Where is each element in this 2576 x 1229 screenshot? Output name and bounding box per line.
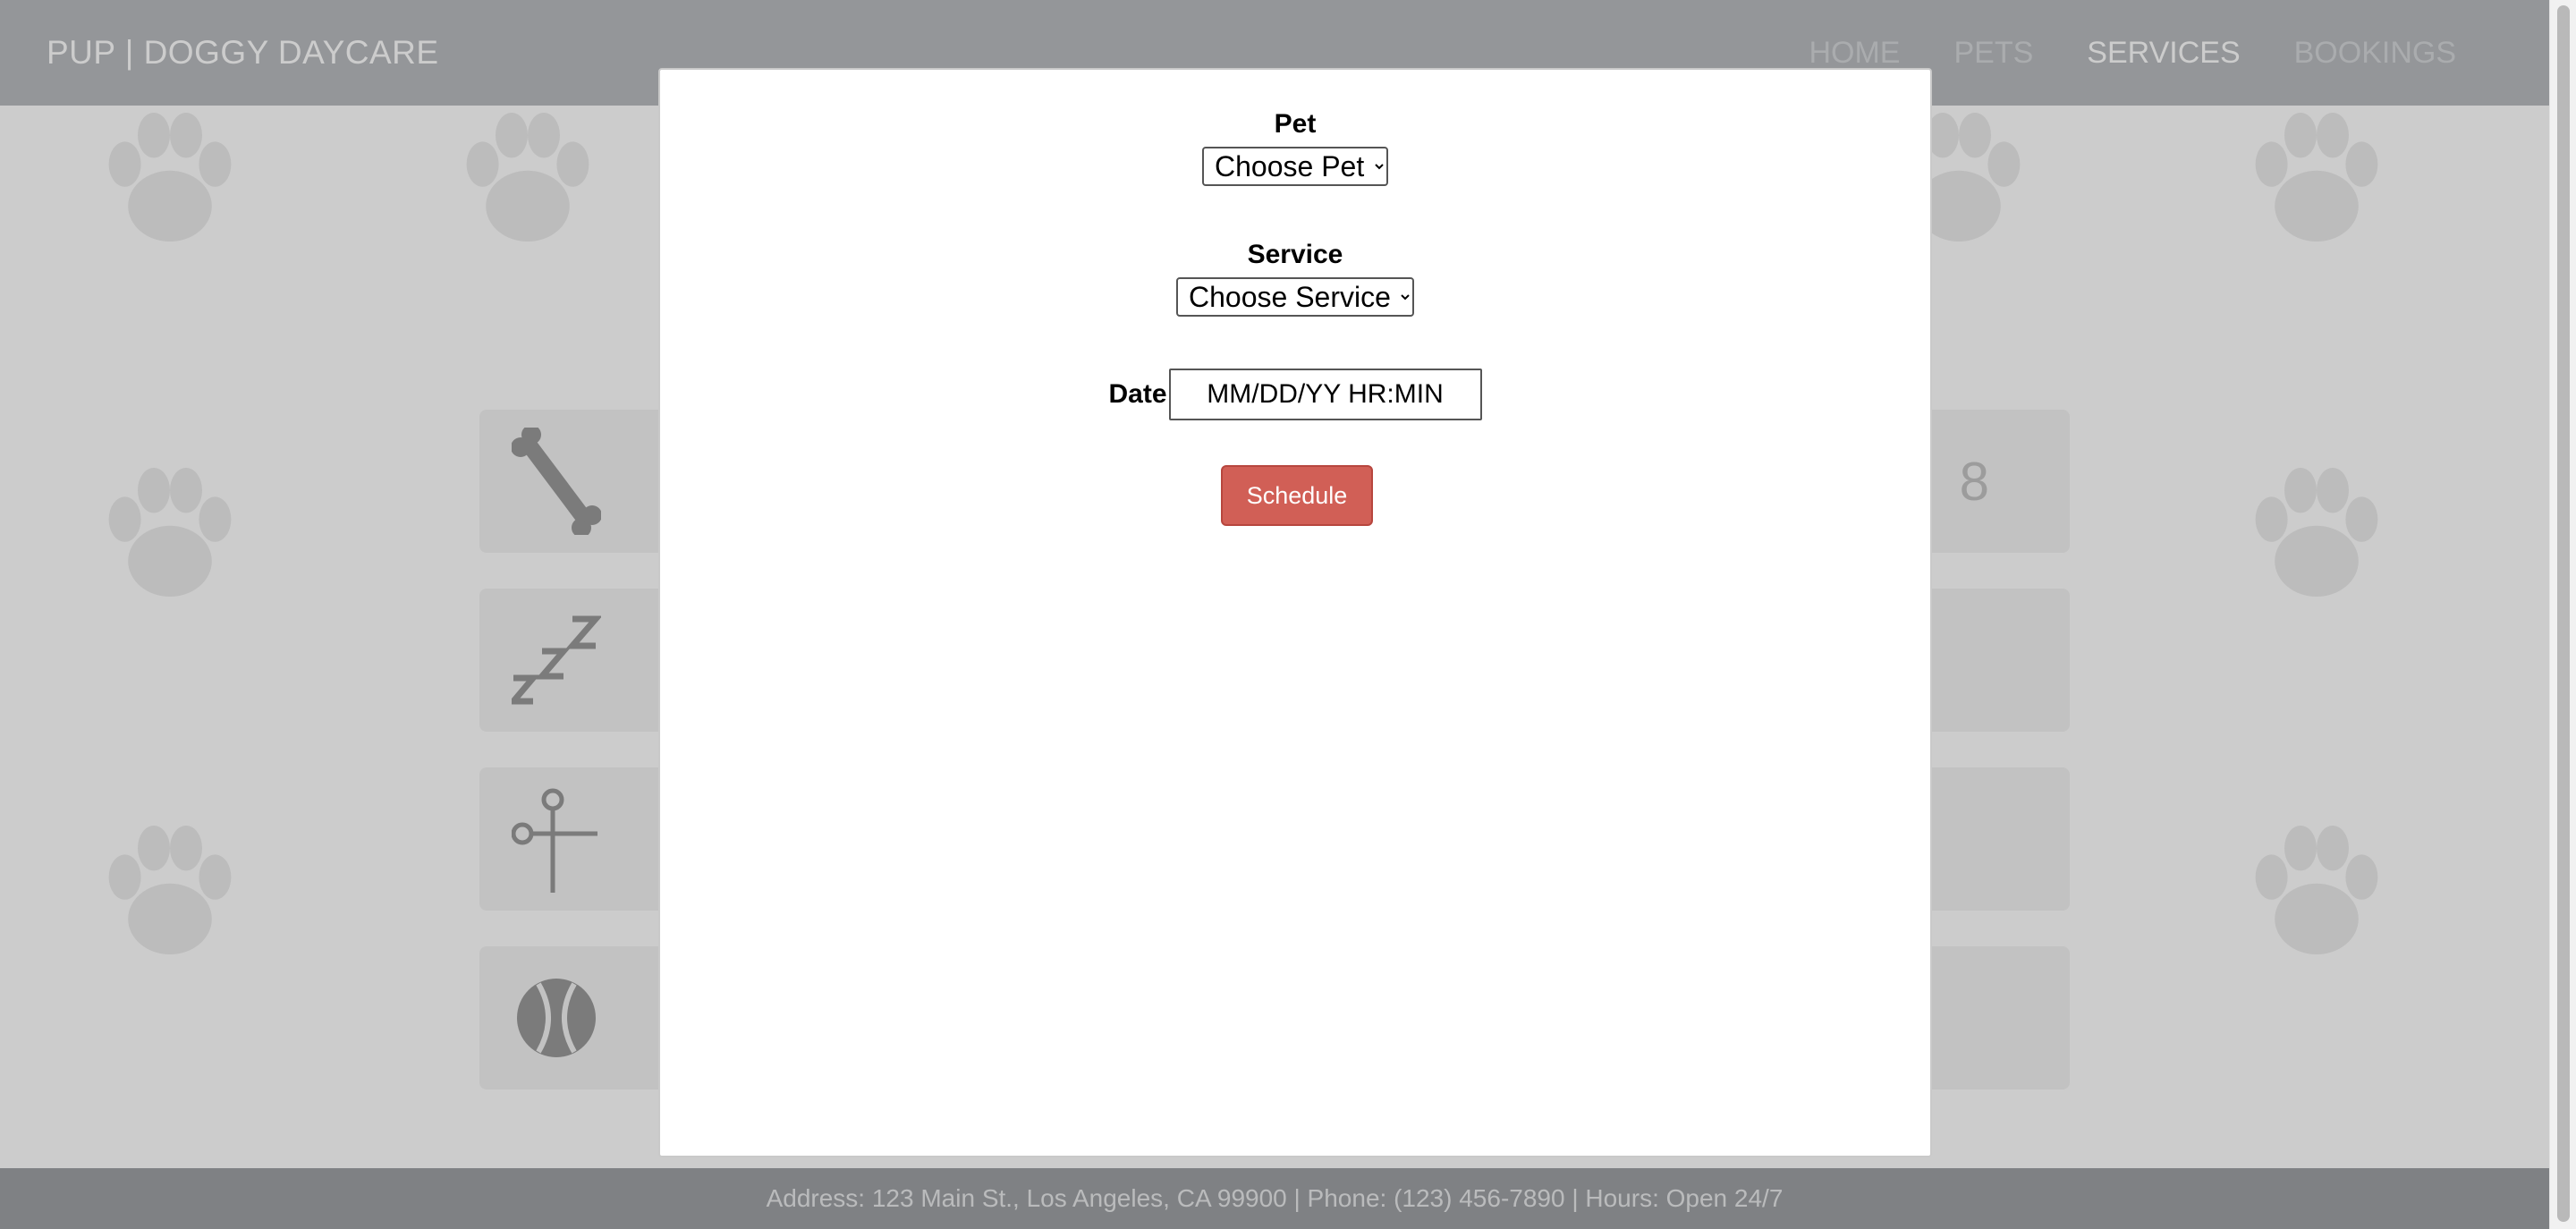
vertical-scrollbar[interactable] bbox=[2549, 0, 2576, 1229]
service-label: Service bbox=[1247, 240, 1343, 269]
date-label: Date bbox=[1108, 379, 1167, 409]
service-field: Service Choose Service bbox=[660, 240, 1930, 317]
schedule-button[interactable]: Schedule bbox=[1221, 465, 1373, 526]
booking-modal: Pet Choose Pet Service Choose Service Da… bbox=[658, 68, 1932, 1157]
pet-select[interactable]: Choose Pet bbox=[1202, 147, 1388, 186]
scrollbar-thumb[interactable] bbox=[2557, 5, 2570, 1222]
pet-field: Pet Choose Pet bbox=[660, 109, 1930, 186]
date-input[interactable] bbox=[1168, 369, 1482, 420]
date-field: Date bbox=[660, 369, 1930, 420]
service-select[interactable]: Choose Service bbox=[1176, 277, 1414, 317]
pet-label: Pet bbox=[1274, 109, 1317, 139]
page: PUP | DOGGY DAYCARE HOME PETS SERVICES B… bbox=[0, 0, 2576, 1229]
